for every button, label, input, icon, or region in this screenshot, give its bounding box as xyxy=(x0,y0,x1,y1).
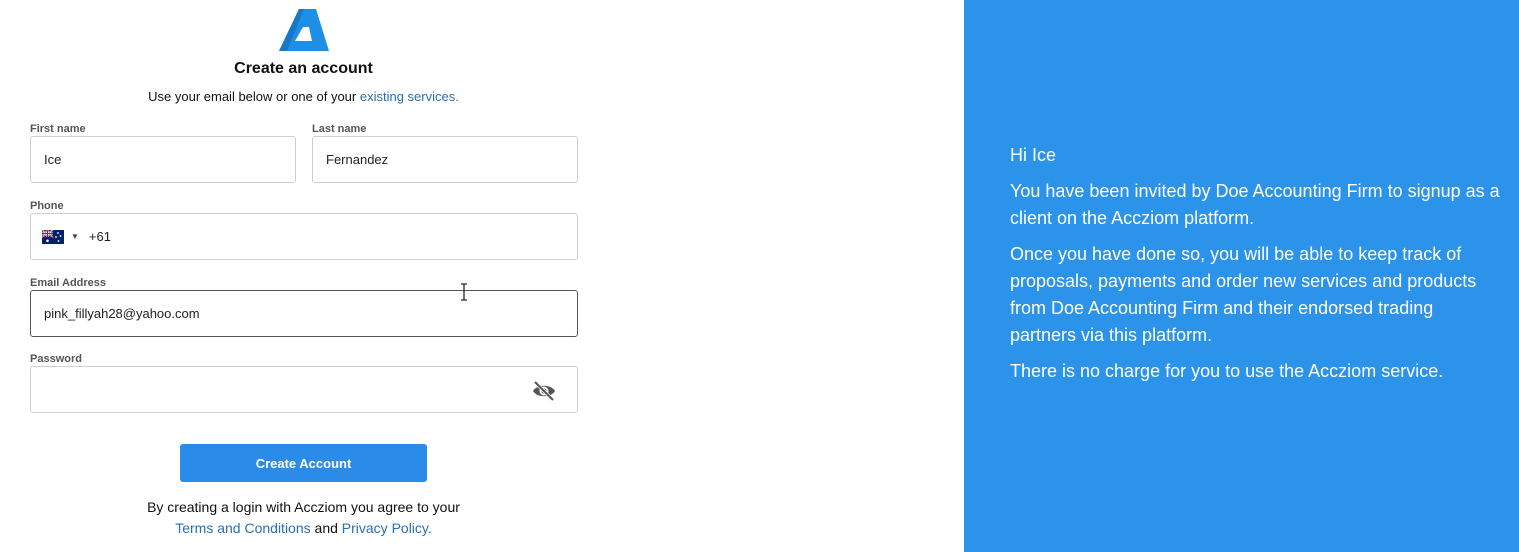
last-name-label: Last name xyxy=(312,123,367,135)
create-account-button[interactable]: Create Account xyxy=(180,444,427,482)
australia-flag-icon[interactable] xyxy=(42,229,64,244)
existing-services-link[interactable]: existing services. xyxy=(360,89,459,104)
accziom-logo xyxy=(279,9,329,51)
last-name-value: Fernandez xyxy=(326,152,389,167)
privacy-link[interactable]: Privacy Policy. xyxy=(342,520,432,536)
subtitle-text: Use your email below or one of your xyxy=(148,89,360,104)
eye-off-icon[interactable] xyxy=(532,380,556,402)
invitation-paragraph-2: Once you have done so, you will be able … xyxy=(1010,244,1477,345)
email-field[interactable]: pink_fillyah28@yahoo.com xyxy=(30,290,578,337)
invitation-message: Hi Ice You have been invited by Doe Acco… xyxy=(1010,142,1500,394)
password-label: Password xyxy=(30,353,82,365)
email-value: pink_fillyah28@yahoo.com xyxy=(44,306,200,321)
country-dropdown-caret-icon[interactable]: ▼ xyxy=(71,232,79,241)
legal-links-line: Terms and Conditions and Privacy Policy. xyxy=(30,518,577,539)
and-text: and xyxy=(314,520,338,536)
legal-notice: By creating a login with Accziom you agr… xyxy=(30,497,577,539)
page-subtitle: Use your email below or one of your exis… xyxy=(30,89,577,104)
greeting: Hi Ice xyxy=(1010,145,1057,165)
page-title: Create an account xyxy=(234,60,373,77)
invitation-paragraph-3: There is no charge for you to use the Ac… xyxy=(1010,361,1444,381)
phone-value: +61 xyxy=(88,229,111,244)
invitation-panel: Hi Ice You have been invited by Doe Acco… xyxy=(964,0,1519,552)
phone-field[interactable]: ▼ +61 xyxy=(30,213,578,260)
legal-text: By creating a login with Accziom you agr… xyxy=(147,499,460,515)
phone-label: Phone xyxy=(30,200,64,212)
invitation-paragraph-1: You have been invited by Doe Accounting … xyxy=(1010,181,1500,228)
first-name-label: First name xyxy=(30,123,86,135)
first-name-value: Ice xyxy=(44,152,62,167)
terms-link[interactable]: Terms and Conditions xyxy=(175,520,310,536)
password-field[interactable] xyxy=(30,366,578,413)
first-name-field[interactable]: Ice xyxy=(30,136,296,183)
signup-form-panel: Create an account Use your email below o… xyxy=(0,0,964,552)
email-label: Email Address xyxy=(30,277,107,289)
text-cursor-icon xyxy=(461,283,467,301)
last-name-field[interactable]: Fernandez xyxy=(312,136,578,183)
